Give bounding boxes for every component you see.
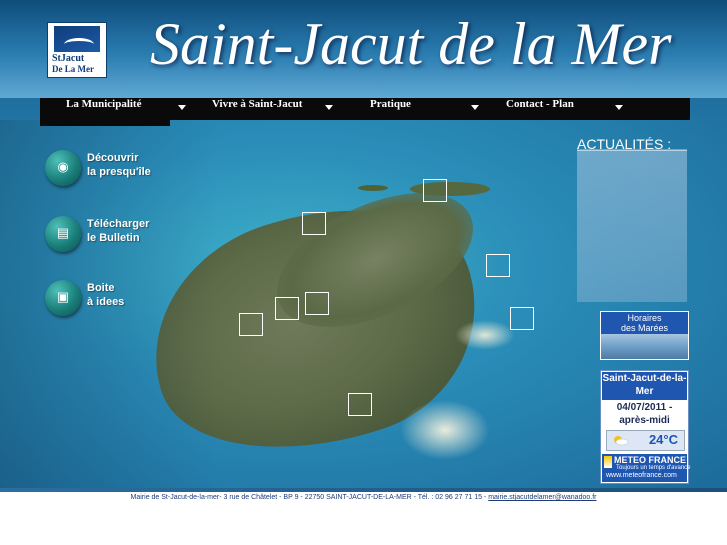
nav-item-pratique[interactable]: Pratique — [370, 98, 411, 120]
chevron-down-icon[interactable] — [178, 105, 186, 110]
nav-label: Pratique — [370, 98, 411, 110]
document-icon: ▤ — [45, 216, 81, 252]
brand-url: www.meteofrance.com — [606, 472, 677, 479]
chevron-down-icon[interactable] — [471, 105, 479, 110]
chevron-down-icon[interactable] — [325, 105, 333, 110]
weather-date: 04/07/2011 - après-midi — [616, 402, 673, 426]
footer: Mairie de St-Jacut-de-la-mer- 3 rue de C… — [0, 492, 727, 508]
menu-boite-idees[interactable]: ▣ Boite à idees — [45, 280, 165, 320]
brand-tagline: Toujours un temps d'avance — [616, 465, 691, 471]
nav-label: Vivre à Saint-Jacut — [212, 98, 303, 110]
map-hotspot[interactable] — [423, 179, 447, 202]
tides-header: Horaires des Marées — [601, 312, 688, 335]
menu-label: Boite à idees — [87, 282, 125, 308]
map-hotspot[interactable] — [305, 292, 329, 315]
menu-decouvrir[interactable]: ◉ Découvrir la presqu'île — [45, 150, 165, 190]
logo-line2: De La Mer — [52, 64, 94, 74]
site-logo[interactable]: StJacut De La Mer — [47, 22, 107, 78]
footer-email-link[interactable]: mairie.stjacutdelamer@wanadoo.fr — [488, 494, 596, 501]
map-hotspot[interactable] — [275, 297, 299, 320]
footer-address: Mairie de St-Jacut-de-la-mer- 3 rue de C… — [130, 494, 489, 501]
box-icon: ▣ — [45, 280, 81, 316]
meteo-france-brand[interactable]: METEO FRANCE Toujours un temps d'avance … — [602, 454, 691, 482]
menu-bulletin[interactable]: ▤ Télécharger le Bulletin — [45, 216, 165, 256]
map-hotspot[interactable] — [302, 212, 326, 235]
menu-label: Télécharger le Bulletin — [87, 218, 150, 244]
footprints-icon: ◉ — [45, 150, 81, 186]
page-stage: StJacut De La Mer Saint-Jacut de la Mer … — [0, 0, 727, 500]
tides-image — [601, 334, 688, 359]
brand-name: METEO FRANCE — [614, 455, 686, 465]
map-hotspot[interactable] — [239, 313, 263, 336]
nav-label: Contact - Plan — [506, 98, 574, 110]
main-nav: La Municipalité Vivre à Saint-Jacut Prat… — [40, 98, 690, 120]
map-hotspot[interactable] — [510, 307, 534, 330]
weather-widget[interactable]: Saint-Jacut-de-la-Mer 04/07/2011 - après… — [600, 370, 691, 484]
weather-city: Saint-Jacut-de-la-Mer — [602, 372, 687, 400]
tides-label-1: Horaires — [627, 313, 662, 323]
logo-mark — [54, 26, 100, 52]
meteo-france-logo — [604, 456, 612, 468]
menu-label: Découvrir la presqu'île — [87, 152, 151, 178]
nav-item-municipalite[interactable]: La Municipalité — [66, 98, 141, 120]
nav-label: La Municipalité — [66, 98, 142, 110]
divider — [577, 150, 687, 151]
weather-temp-box: 24°C — [606, 430, 685, 451]
tides-label-2: des Marées — [620, 323, 669, 333]
weather-temperature: 24°C — [648, 432, 678, 447]
partly-cloudy-icon — [614, 436, 629, 446]
site-title: Saint-Jacut de la Mer — [150, 11, 672, 77]
logo-line1: StJacut — [52, 53, 85, 64]
nav-shadow — [40, 120, 170, 126]
nav-item-contact[interactable]: Contact - Plan — [506, 98, 574, 120]
news-panel — [577, 149, 687, 302]
tides-widget[interactable]: Horaires des Marées — [600, 311, 689, 360]
map-hotspot[interactable] — [348, 393, 372, 416]
site-header: StJacut De La Mer Saint-Jacut de la Mer — [0, 0, 727, 98]
map-hotspot[interactable] — [486, 254, 510, 277]
chevron-down-icon[interactable] — [615, 105, 623, 110]
nav-item-vivre[interactable]: Vivre à Saint-Jacut — [212, 98, 302, 120]
